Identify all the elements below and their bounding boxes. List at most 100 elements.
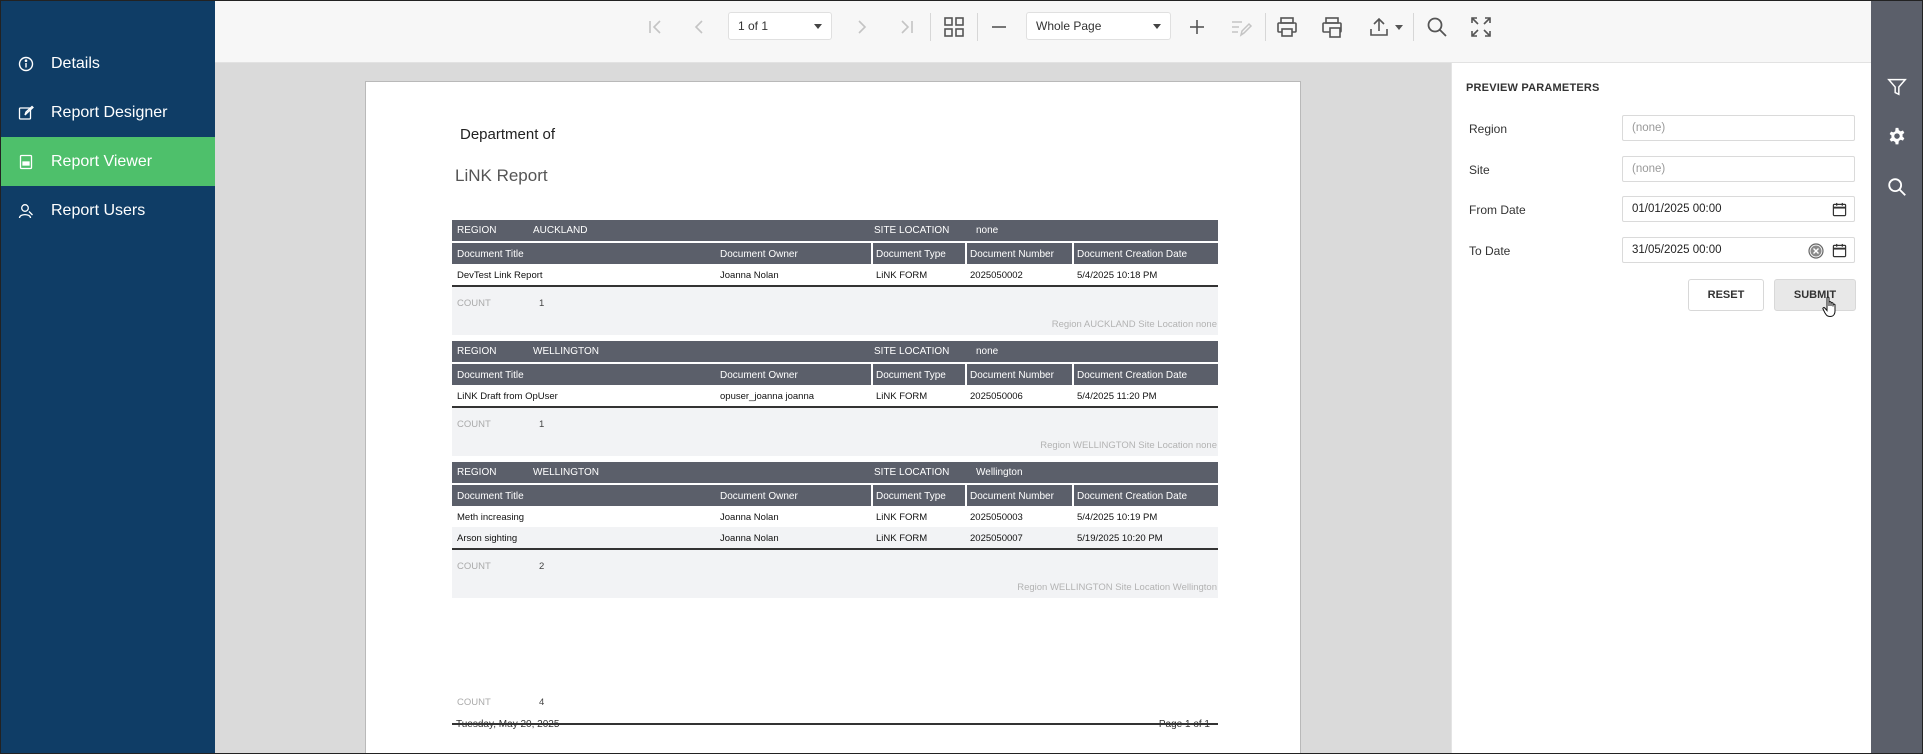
page-footer-number: Page 1 of 1 [1158,719,1210,730]
report-group: REGION WELLINGTON SITE LOCATION Wellingt… [452,462,1218,598]
count-label: COUNT [457,697,491,708]
column-header: Document Owner [720,370,798,381]
document-area[interactable]: Department of LiNK Report REGION AUCKLAN… [215,63,1451,753]
column-header: Document Owner [720,249,798,260]
count-value: 1 [539,298,545,309]
column-header-row: Document Title Document Owner Document T… [452,241,1218,264]
total-divider [452,723,1218,725]
previous-page-button[interactable] [683,11,715,43]
report-viewer-app: Details Report Designer Report Viewer Re… [0,0,1923,754]
cell-document-date: 5/4/2025 10:18 PM [1077,270,1158,281]
count-label: COUNT [457,561,491,572]
to-date-input[interactable]: 31/05/2025 00:00 [1622,237,1855,263]
from-date-input[interactable]: 01/01/2025 00:00 [1622,196,1855,222]
toolbar-divider [1413,13,1414,41]
search-button[interactable] [1421,11,1453,43]
submit-button[interactable]: SUBMIT [1774,279,1856,311]
sidebar-item-report-viewer[interactable]: Report Viewer [1,137,215,186]
grid-icon [944,17,964,37]
first-page-button[interactable] [640,11,672,43]
fullscreen-button[interactable] [1465,11,1497,43]
column-header-row: Document Title Document Owner Document T… [452,362,1218,385]
table-row: Meth increasing Joanna Nolan LiNK FORM 2… [452,506,1218,527]
toolbar-divider [977,13,978,41]
from-date-value: 01/01/2025 00:00 [1632,203,1722,215]
users-icon [1,203,51,219]
cell-document-owner: Joanna Nolan [720,270,779,281]
preview-parameters-panel: PREVIEW PARAMETERS Region (none) Site (n… [1451,63,1871,753]
cell-document-owner: Joanna Nolan [720,533,779,544]
last-page-icon [901,20,913,34]
next-page-button[interactable] [846,11,878,43]
column-header: Document Type [876,249,946,260]
group-summary: Region WELLINGTON Site Location none [1040,440,1217,451]
edit-icon [1,105,51,121]
fullscreen-icon [1471,17,1491,37]
table-row: LiNK Draft from OpUser opuser_joanna joa… [452,385,1218,406]
region-param-input[interactable]: (none) [1622,115,1855,141]
report-group: REGION WELLINGTON SITE LOCATION none Doc… [452,341,1218,456]
sidebar-item-details[interactable]: Details [1,39,215,88]
region-label: REGION [457,225,497,236]
region-label: REGION [457,346,497,357]
cell-document-date: 5/4/2025 10:19 PM [1077,512,1158,523]
settings-tab-button[interactable] [1871,113,1922,161]
cell-document-title: LiNK Draft from OpUser [457,391,558,402]
column-header: Document Owner [720,491,798,502]
region-value: WELLINGTON [533,346,599,357]
site-param-input[interactable]: (none) [1622,156,1855,182]
highlight-editing-fields-button[interactable] [1225,11,1257,43]
zoom-in-button[interactable] [1181,11,1213,43]
group-footer: COUNT 1 Region WELLINGTON Site Location … [452,408,1218,456]
report-icon [1,154,51,170]
calendar-icon[interactable] [1832,202,1847,217]
print-button[interactable] [1271,11,1303,43]
group-summary: Region WELLINGTON Site Location Wellingt… [1017,582,1217,593]
last-page-button[interactable] [890,11,922,43]
zoom-select[interactable]: Whole Page [1026,12,1171,40]
column-header-row: Document Title Document Owner Document T… [452,483,1218,506]
column-header: Document Number [970,249,1054,260]
grand-total: COUNT 4 [452,682,1218,726]
rail-top [1871,1,1922,63]
reset-button[interactable]: RESET [1688,279,1764,311]
site-label: SITE LOCATION [874,346,950,357]
column-header: Document Title [457,491,524,502]
cell-document-title: Meth increasing [457,512,525,523]
column-header: Document Title [457,249,524,260]
filter-icon [1887,78,1907,96]
sidebar-item-label: Report Users [51,201,146,219]
cell-document-number: 2025050003 [970,512,1023,523]
cell-document-number: 2025050007 [970,533,1023,544]
chevron-down-icon [1394,24,1403,30]
upload-icon [1369,17,1388,36]
cell-document-type: LiNK FORM [876,533,928,544]
sidebar-item-label: Report Viewer [51,152,153,170]
clear-icon[interactable] [1808,243,1824,259]
region-param-value: (none) [1632,122,1666,134]
page-select[interactable]: 1 of 1 [728,12,832,40]
cell-document-date: 5/4/2025 11:20 PM [1077,391,1157,402]
info-icon [1,56,51,72]
table-row: Arson sighting Joanna Nolan LiNK FORM 20… [452,527,1218,548]
count-value: 1 [539,419,545,430]
group-footer: COUNT 2 Region WELLINGTON Site Location … [452,550,1218,598]
cell-document-type: LiNK FORM [876,391,928,402]
report-group: REGION AUCKLAND SITE LOCATION none Docum… [452,220,1218,335]
zoom-out-button[interactable] [983,11,1015,43]
table-row: DevTest Link Report Joanna Nolan LiNK FO… [452,264,1218,285]
parameters-tab-button[interactable] [1871,63,1922,111]
sidebar-item-label: Report Designer [51,103,168,121]
print-page-button[interactable] [1316,11,1348,43]
minus-icon [992,26,1006,28]
region-value: WELLINGTON [533,467,599,478]
sidebar-item-report-users[interactable]: Report Users [1,186,215,235]
multipage-button[interactable] [937,11,971,43]
sidebar-item-report-designer[interactable]: Report Designer [1,88,215,137]
cell-document-number: 2025050006 [970,391,1023,402]
calendar-icon[interactable] [1832,243,1847,258]
group-header: REGION WELLINGTON SITE LOCATION none [452,341,1218,362]
search-tab-button[interactable] [1871,163,1922,211]
export-button[interactable] [1363,11,1407,43]
column-header: Document Creation Date [1077,491,1188,502]
